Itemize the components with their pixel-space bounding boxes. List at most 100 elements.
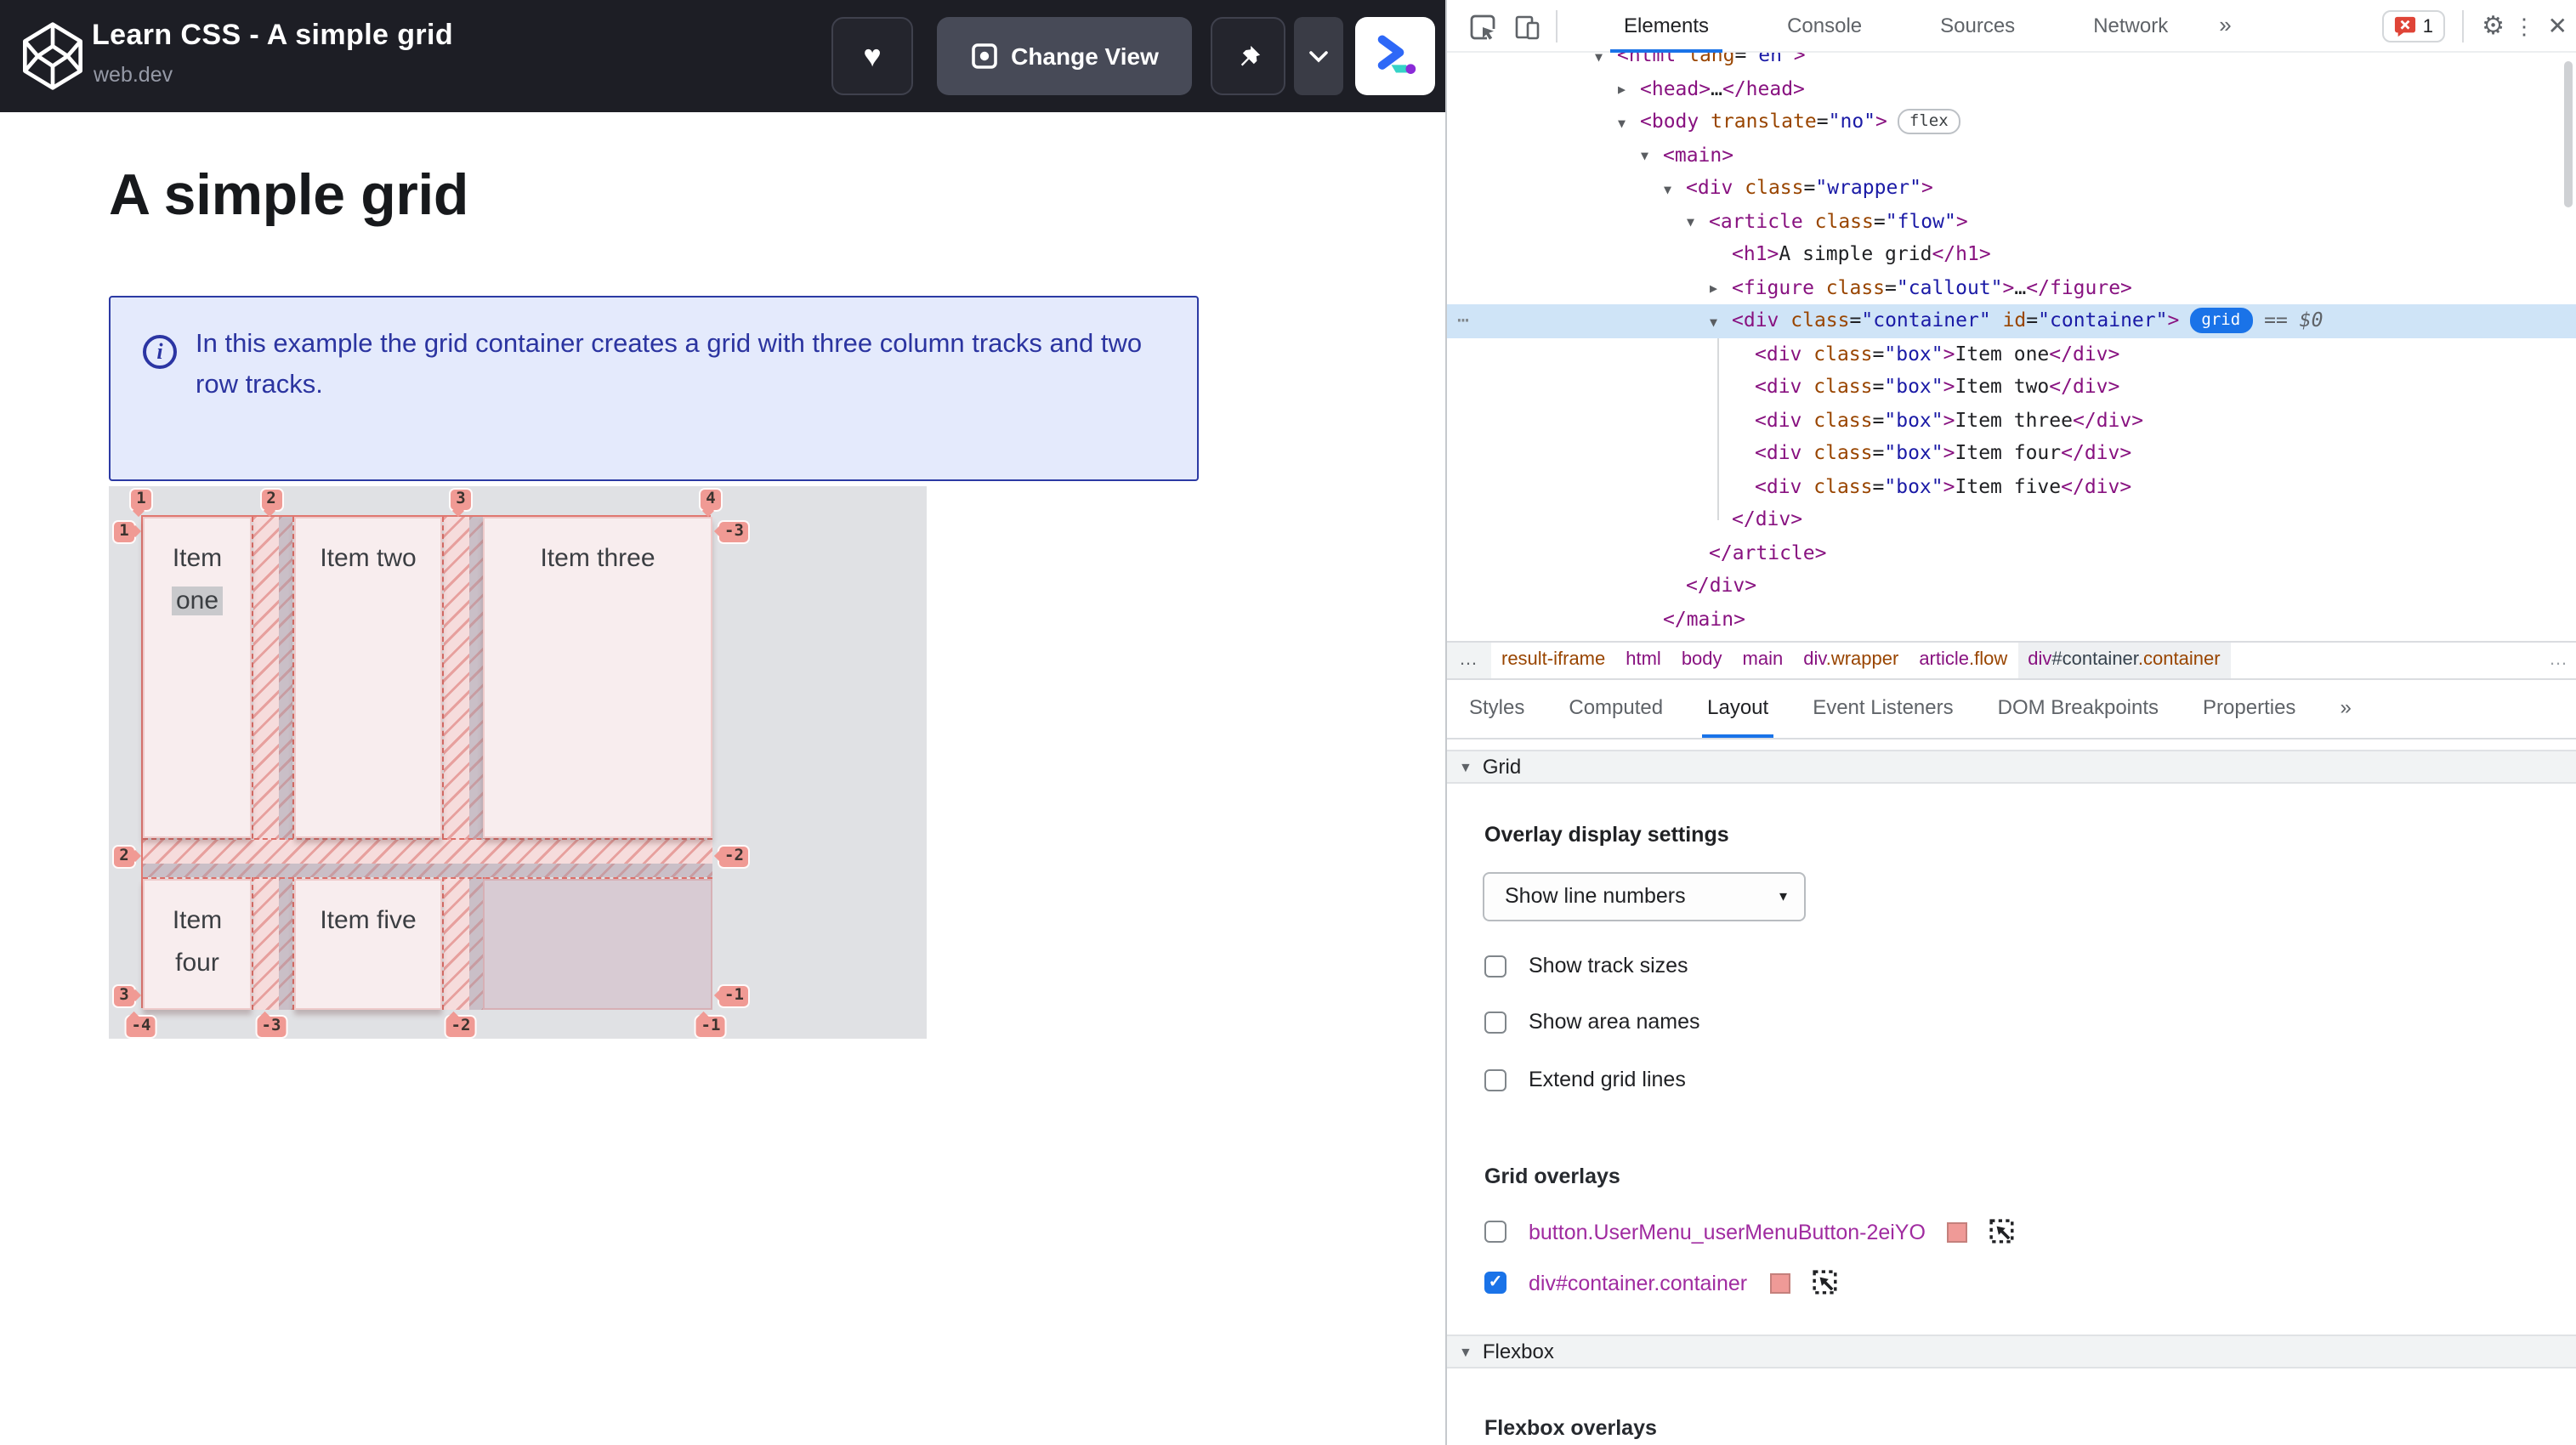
dom-token: … <box>2014 275 2027 298</box>
dom-token: "en" <box>1746 53 1794 66</box>
dom-token: <main> <box>1663 142 1734 166</box>
dom-token: </h1> <box>1932 241 1991 265</box>
dom-node[interactable]: ▼ <main> <box>1447 139 2576 172</box>
dom-token: Item five <box>1955 473 2062 497</box>
grid-overlay-row[interactable]: button.UserMenu_userMenuButton-2eiYO <box>1484 1219 2016 1244</box>
tab-console[interactable]: Console <box>1760 0 1889 53</box>
breadcrumb-overflow-right[interactable]: … <box>2549 643 2569 678</box>
dom-node[interactable]: ⋯ ▼ <div class="container" id="container">… <box>1447 304 2576 337</box>
kebab-menu-icon[interactable]: ⋮ <box>2513 0 2535 53</box>
dom-node[interactable]: </div> <box>1447 503 2576 536</box>
checkbox-unchecked[interactable] <box>1484 955 1506 977</box>
grid-line-number-badge: 1 <box>129 488 153 517</box>
close-devtools-icon[interactable]: ✕ <box>2548 0 2567 53</box>
flex-badge[interactable]: flex <box>1897 109 1960 134</box>
info-icon: i <box>143 335 177 369</box>
flexbox-section-header[interactable]: ▼ Flexbox <box>1447 1334 2576 1368</box>
grid-line-number-badge: -3 <box>254 1010 288 1039</box>
dom-node[interactable]: </main> <box>1447 603 2576 636</box>
dom-tree-scrollbar[interactable] <box>2564 61 2573 207</box>
tab-layout[interactable]: Layout <box>1685 680 1790 738</box>
checkbox-checked[interactable]: ✓ <box>1484 1272 1506 1294</box>
checkbox-row[interactable]: Show area names <box>1484 1010 1700 1034</box>
overlay-color-swatch[interactable] <box>1947 1221 1968 1242</box>
checkbox-unchecked[interactable] <box>1484 1068 1506 1091</box>
dom-node[interactable]: <div class="box">Item five</div> <box>1447 470 2576 503</box>
breadcrumb-item[interactable]: div.wrapper <box>1793 643 1909 678</box>
dom-node[interactable]: </div> <box>1447 570 2576 603</box>
breadcrumb-overflow-left[interactable]: … <box>1447 643 1491 678</box>
expand-arrow-open-icon[interactable]: ▼ <box>1595 53 1603 73</box>
dom-node[interactable]: ▼ <article class="flow"> <box>1447 205 2576 238</box>
dom-node[interactable]: ▼ <body translate="no"> flex <box>1447 105 2576 139</box>
expand-arrow-closed-icon[interactable]: ▶ <box>1710 272 1717 305</box>
brand-logo-button[interactable] <box>1355 17 1435 95</box>
tab-sources[interactable]: Sources <box>1913 0 2042 53</box>
dollar-zero-ref: == $0 <box>2264 308 2324 332</box>
change-view-button[interactable]: Change View <box>937 17 1192 95</box>
page-content: A simple grid i In this example the grid… <box>0 112 1445 1445</box>
grid-item-box: Item five <box>294 879 442 1010</box>
tab-properties[interactable]: Properties <box>2181 680 2318 738</box>
dom-node[interactable]: <div class="box">Item three</div> <box>1447 404 2576 437</box>
heart-button[interactable]: ♥ <box>831 17 913 95</box>
dom-node[interactable]: <h1>A simple grid</h1> <box>1447 238 2576 271</box>
select-element-icon[interactable] <box>1990 1219 2016 1244</box>
tab-styles[interactable]: Styles <box>1447 680 1546 738</box>
device-toolbar-icon[interactable] <box>1513 14 1540 41</box>
dom-token: = <box>1816 109 1829 133</box>
checkbox-unchecked[interactable] <box>1484 1221 1506 1243</box>
tab-network[interactable]: Network <box>2066 0 2195 53</box>
breadcrumb-item[interactable]: result-iframe <box>1491 643 1615 678</box>
grid-overlay-row[interactable]: ✓ div#container.container <box>1484 1270 1837 1295</box>
overlay-color-swatch[interactable] <box>1769 1272 1790 1293</box>
dom-node[interactable]: ▶ <head>…</head> <box>1447 72 2576 105</box>
dom-node-menu-dots[interactable]: ⋯ <box>1457 304 1471 337</box>
expand-arrow-open-icon[interactable]: ▼ <box>1710 305 1717 338</box>
dom-token: > <box>1943 473 1955 497</box>
more-tabs-icon[interactable]: » <box>2219 0 2231 53</box>
breadcrumb-item[interactable]: article.flow <box>1909 643 2017 678</box>
grid-section-header[interactable]: ▼ Grid <box>1447 750 2576 784</box>
checkbox-unchecked[interactable] <box>1484 1011 1506 1033</box>
dom-node[interactable]: <div class="box">Item four</div> <box>1447 437 2576 470</box>
checkbox-row[interactable]: Extend grid lines <box>1484 1068 1686 1091</box>
breadcrumb-item[interactable]: html <box>1615 643 1671 678</box>
settings-gear-icon[interactable]: ⚙ <box>2482 0 2505 53</box>
crumb-part: article <box>1919 649 1969 670</box>
expand-arrow-open-icon[interactable]: ▼ <box>1687 206 1694 239</box>
select-element-icon[interactable] <box>1812 1270 1837 1295</box>
dom-node[interactable]: ▼ <div class="wrapper"> <box>1447 172 2576 205</box>
inspect-element-icon[interactable] <box>1469 14 1496 41</box>
dom-node[interactable]: </article> <box>1447 536 2576 570</box>
dom-node[interactable]: <div class="box">Item one</div> <box>1447 337 2576 371</box>
dom-node[interactable]: ▶ <figure class="callout">…</figure> <box>1447 271 2576 304</box>
overlay-display-select[interactable]: Show line numbers ▾ <box>1483 872 1806 921</box>
dom-node[interactable]: <div class="box">Item two</div> <box>1447 371 2576 404</box>
more-sidebar-tabs-icon[interactable]: » <box>2318 680 2373 738</box>
grid-badge[interactable]: grid <box>2189 308 2253 333</box>
breadcrumb-item[interactable]: div#container.container <box>2017 643 2231 678</box>
dom-token: "no" <box>1828 109 1876 133</box>
tab-event-listeners[interactable]: Event Listeners <box>1790 680 1975 738</box>
tab-elements[interactable]: Elements <box>1597 0 1736 53</box>
expand-arrow-open-icon[interactable]: ▼ <box>1618 106 1626 139</box>
dom-node[interactable]: ▼ <html lang="en"> <box>1447 53 2576 72</box>
tab-dom-breakpoints[interactable]: DOM Breakpoints <box>1976 680 2181 738</box>
expand-arrow-open-icon[interactable]: ▼ <box>1641 139 1648 173</box>
dom-token: lang <box>1676 53 1735 66</box>
expand-arrow-open-icon[interactable]: ▼ <box>1664 173 1671 206</box>
breadcrumb-item[interactable]: main <box>1733 643 1794 678</box>
expand-arrow-closed-icon[interactable]: ▶ <box>1618 73 1626 106</box>
checkbox-row[interactable]: Show track sizes <box>1484 954 1688 978</box>
header-dropdown-button[interactable] <box>1294 17 1343 95</box>
pin-button[interactable] <box>1211 17 1285 95</box>
dom-token: = <box>1803 175 1816 199</box>
dom-token: "box" <box>1884 473 1943 497</box>
embed-site[interactable]: web.dev <box>94 63 173 87</box>
indent-guide <box>1716 337 1718 520</box>
breadcrumb-item[interactable]: body <box>1671 643 1733 678</box>
checkbox-label: Show area names <box>1529 1010 1700 1034</box>
error-count-badge[interactable]: 1 <box>2381 10 2445 42</box>
tab-computed[interactable]: Computed <box>1546 680 1685 738</box>
